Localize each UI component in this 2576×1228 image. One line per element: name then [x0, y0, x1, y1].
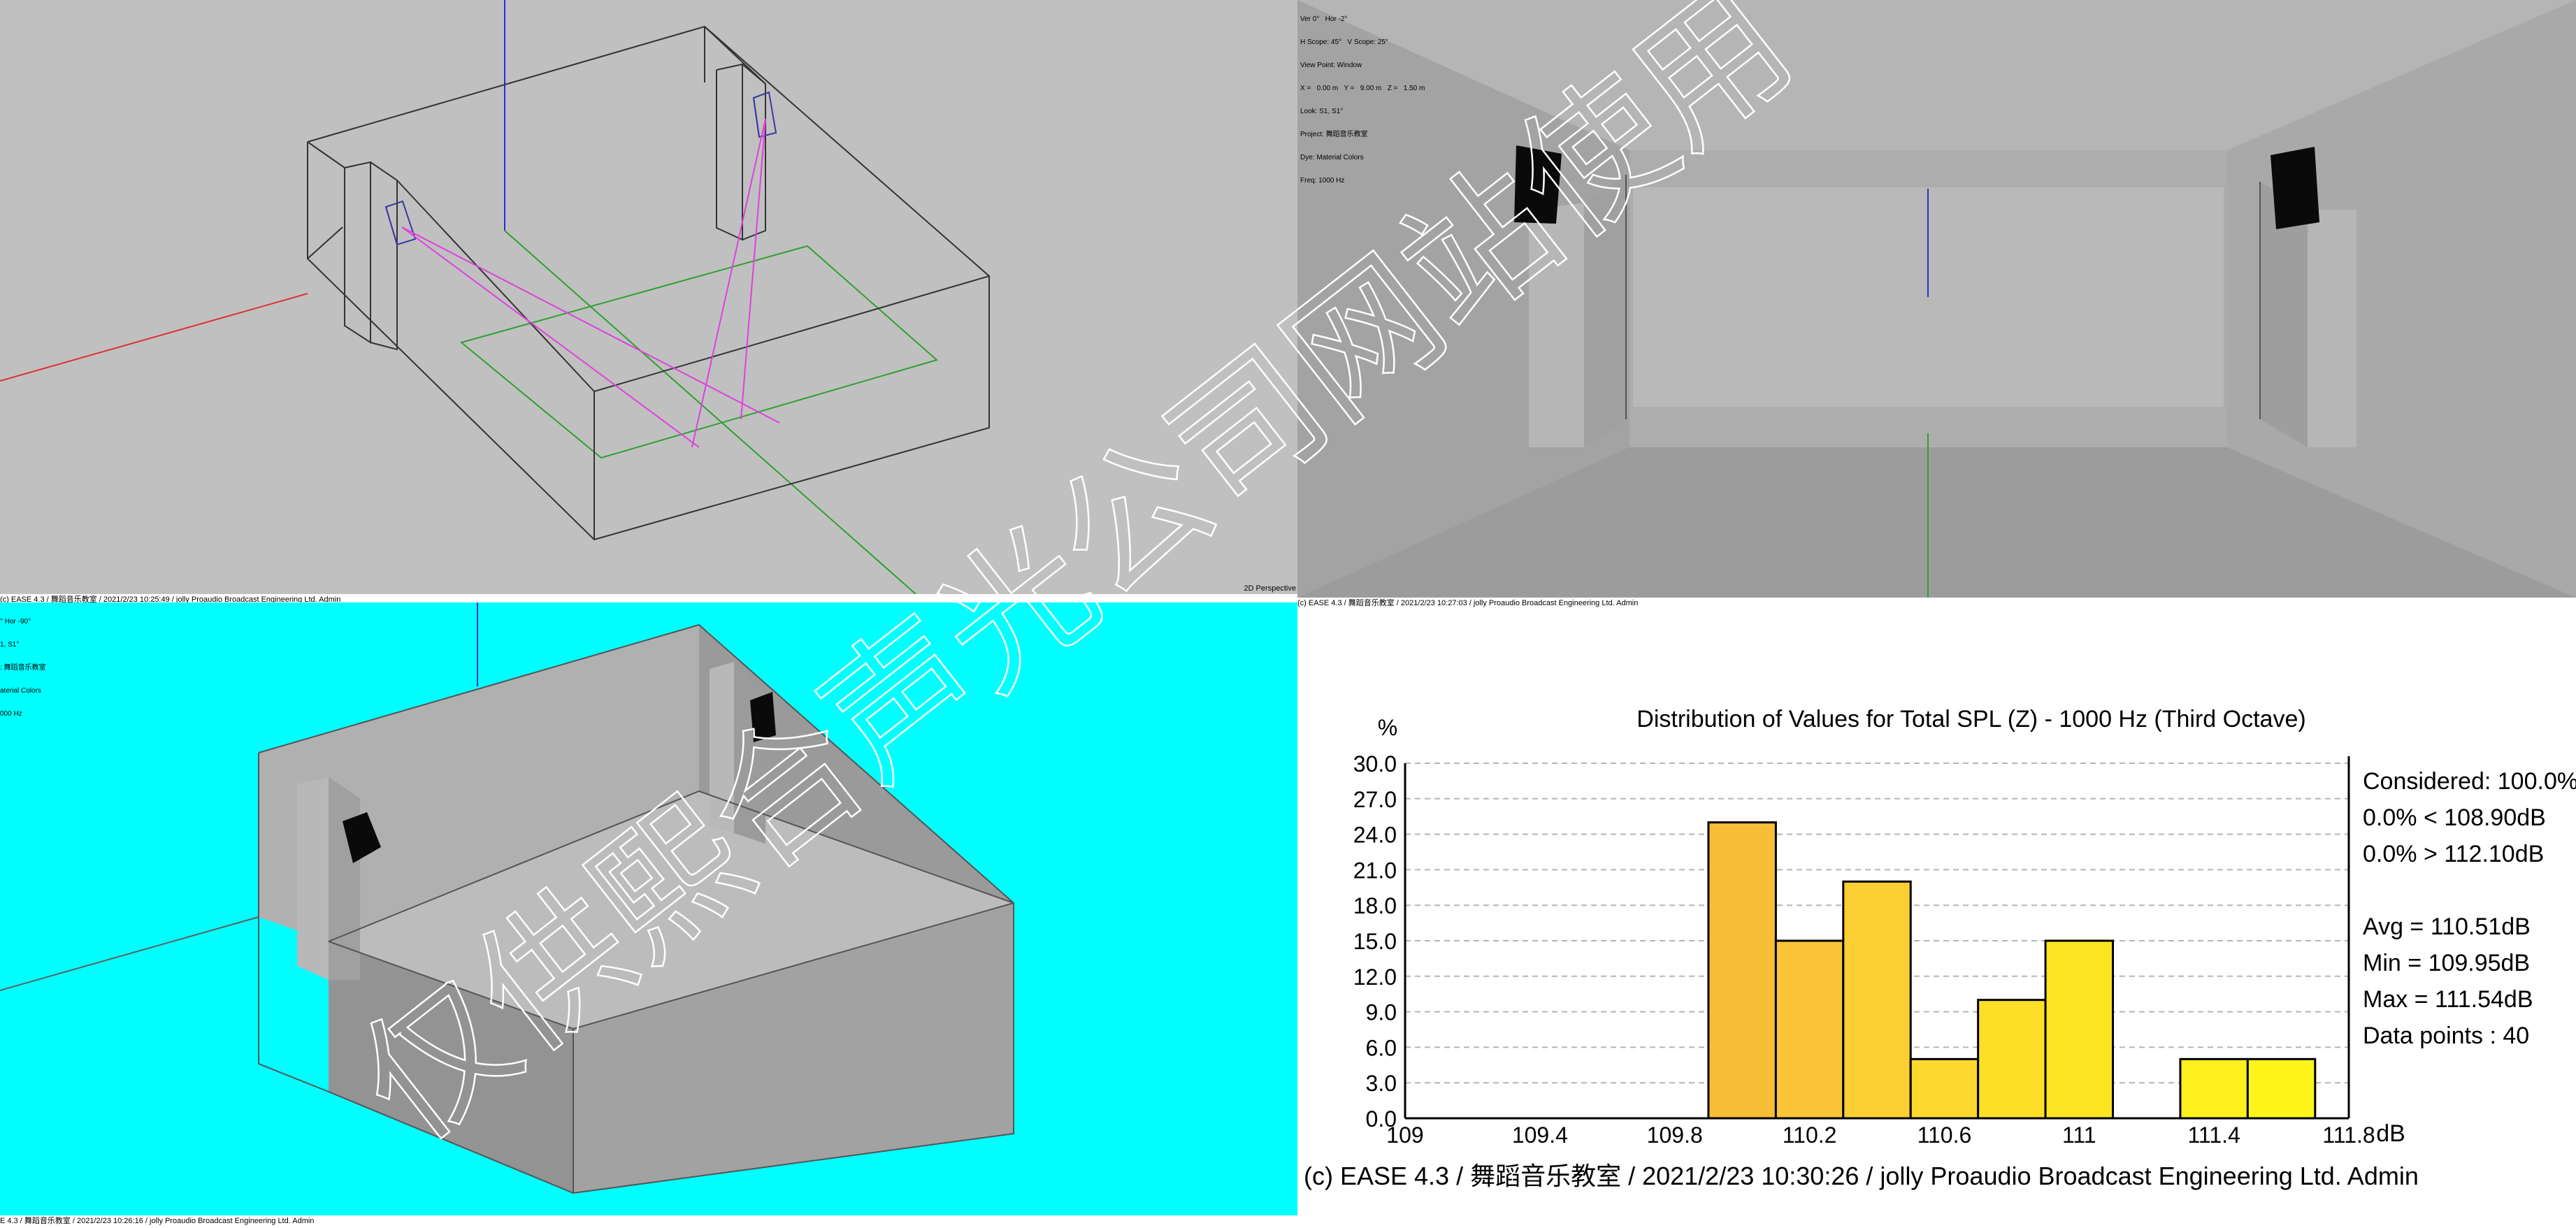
cyan-render-footer: E 4.3 / 舞蹈音乐教室 / 2021/2/23 10:26:16 / jo… [0, 1215, 1297, 1228]
speaker-right-icon [2271, 147, 2319, 229]
render-info-block: Ver 0° Hor -2° H Scope: 45° V Scope: 25°… [1300, 15, 1425, 185]
speaker-right-icon [750, 692, 776, 742]
gray-render-viewport[interactable]: Ver 0° Hor -2° H Scope: 45° V Scope: 25°… [1297, 0, 2576, 598]
gray-render-footer: (c) EASE 4.3 / 舞蹈音乐教室 / 2021/2/23 10:27:… [1297, 598, 2576, 609]
speaker-left-icon [1514, 145, 1562, 224]
stat-below: 0.0% < 108.90dB [2363, 804, 2546, 831]
stat-points: Data points : 40 [2363, 1023, 2530, 1049]
stat-max: Max = 111.54dB [2363, 986, 2533, 1013]
cyan-render-viewport[interactable]: ° Hor -90° 1, S1° : 舞蹈音乐教室 aterial Color… [0, 602, 1297, 1215]
listener-plane [459, 245, 939, 459]
stat-considered: Considered: 100.0% [2363, 768, 2576, 795]
histogram-footer: (c) EASE 4.3 / 舞蹈音乐教室 / 2021/2/23 10:30:… [1304, 1162, 2419, 1190]
stats-block: Considered: 100.0% 0.0% < 108.90dB 0.0% … [2363, 763, 2576, 1054]
x-axis-line [0, 293, 308, 382]
wireframe-viewport[interactable]: 2D Perspective [0, 0, 1297, 594]
stat-above: 0.0% > 112.10dB [2363, 841, 2545, 867]
speaker-wireframe-left [384, 200, 417, 246]
render-info-block: ° Hor -90° 1, S1° : 舞蹈音乐教室 aterial Color… [0, 618, 46, 718]
y-axis-line [504, 230, 916, 594]
view-mode-label: 2D Perspective [1244, 584, 1296, 593]
stat-min: Min = 109.95dB [2363, 950, 2531, 976]
gray-render-drawing [1297, 0, 2576, 598]
speaker-aim-lines [401, 118, 780, 448]
wireframe-drawing [0, 0, 990, 594]
room-wireframe [307, 25, 990, 541]
stat-avg: Avg = 110.51dB [2363, 913, 2531, 940]
cyan-render-drawing [0, 602, 1014, 1194]
